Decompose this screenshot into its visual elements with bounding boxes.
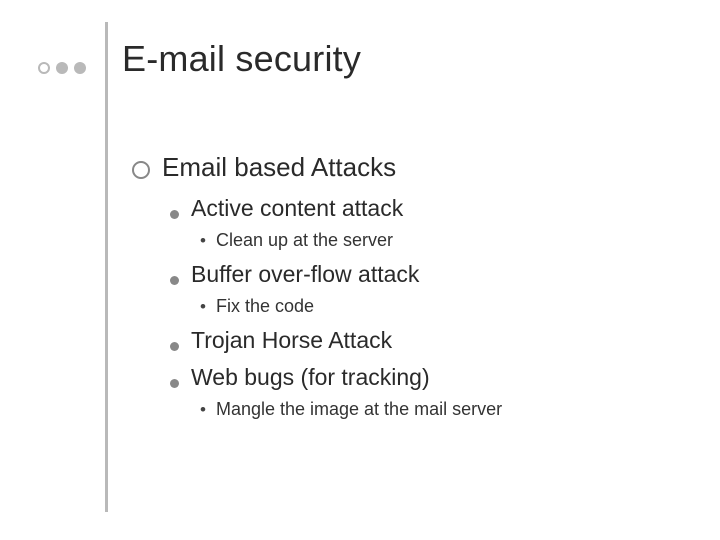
bullet-level3: • Clean up at the server bbox=[170, 228, 690, 253]
solid-circle-icon bbox=[170, 379, 179, 388]
hollow-circle-icon bbox=[132, 161, 150, 179]
bullet-level2-group: Active content attack • Clean up at the … bbox=[132, 193, 690, 422]
slide-title: E-mail security bbox=[122, 38, 361, 80]
bullet-level3: • Fix the code bbox=[170, 294, 690, 319]
solid-circle-icon bbox=[170, 210, 179, 219]
bullet-level3-text: Clean up at the server bbox=[216, 228, 393, 252]
bullet-level2-text: Active content attack bbox=[191, 193, 403, 224]
bullet-level2-text: Buffer over-flow attack bbox=[191, 259, 419, 290]
bullet-level2-text: Web bugs (for tracking) bbox=[191, 362, 430, 393]
dot-icon bbox=[38, 62, 50, 74]
bullet-dot-icon: • bbox=[200, 230, 206, 253]
slide-body: Email based Attacks Active content attac… bbox=[132, 150, 690, 428]
bullet-dot-icon: • bbox=[200, 399, 206, 422]
bullet-level3: • Mangle the image at the mail server bbox=[170, 397, 690, 422]
bullet-level2: Web bugs (for tracking) bbox=[170, 362, 690, 393]
bullet-level2: Trojan Horse Attack bbox=[170, 325, 690, 356]
slide: E-mail security Email based Attacks Acti… bbox=[0, 0, 720, 540]
bullet-dot-icon: • bbox=[200, 296, 206, 319]
bullet-level2: Buffer over-flow attack bbox=[170, 259, 690, 290]
solid-circle-icon bbox=[170, 342, 179, 351]
vertical-divider bbox=[105, 22, 108, 512]
bullet-level2-text: Trojan Horse Attack bbox=[191, 325, 392, 356]
bullet-level3-text: Fix the code bbox=[216, 294, 314, 318]
bullet-level2: Active content attack bbox=[170, 193, 690, 224]
dot-icon bbox=[74, 62, 86, 74]
bullet-level1-text: Email based Attacks bbox=[162, 150, 396, 185]
solid-circle-icon bbox=[170, 276, 179, 285]
bullet-level3-text: Mangle the image at the mail server bbox=[216, 397, 502, 421]
decorative-dots bbox=[38, 62, 86, 74]
bullet-level1: Email based Attacks bbox=[132, 150, 690, 185]
dot-icon bbox=[56, 62, 68, 74]
